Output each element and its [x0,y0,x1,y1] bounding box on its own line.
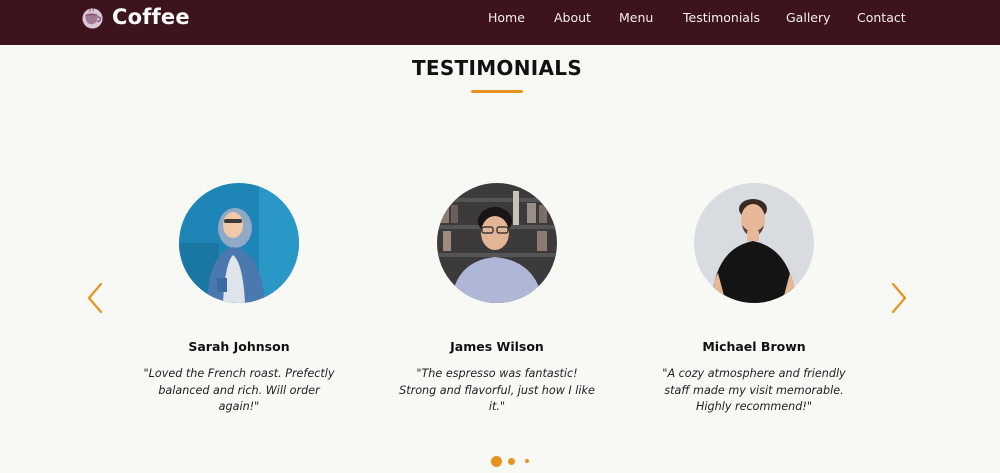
nav-menu: Home About Menu Testimonials Gallery Con… [0,9,1000,27]
nav-link-home[interactable]: Home [488,9,525,27]
testimonial-card: Michael Brown "A cozy atmosphere and fri… [634,183,874,416]
pagination-dot-3[interactable] [525,459,529,463]
pagination-dot-1[interactable] [491,456,502,467]
carousel-prev-button[interactable] [85,281,107,315]
person-name: James Wilson [450,339,544,354]
nav-link-contact[interactable]: Contact [857,9,906,27]
carousel-pagination [0,454,1000,468]
avatar-photo-sarah [179,183,299,303]
avatar [179,183,299,303]
testimonial-quote: "Loved the French roast. Prefectly balan… [143,367,335,413]
testimonial-quote: "A cozy atmosphere and friendly staff ma… [662,367,846,413]
avatar [694,183,814,303]
person-name: Sarah Johnson [188,339,290,354]
title-underline [471,90,523,93]
carousel-next-button[interactable] [887,281,909,315]
nav-link-about[interactable]: About [554,9,591,27]
navbar: Coffee Home About Menu Testimonials Gall… [0,0,1000,45]
pagination-dot-2[interactable] [508,458,515,465]
nav-link-testimonials[interactable]: Testimonials [683,9,760,27]
chevron-right-icon [891,282,907,314]
testimonial-quote: "The espresso was fantastic! Strong and … [399,367,595,413]
testimonial-card: Sarah Johnson "Loved the French roast. P… [119,183,359,416]
person-name: Michael Brown [702,339,806,354]
testimonial-card: James Wilson "The espresso was fantastic… [377,183,617,416]
avatar-photo-james [437,183,557,303]
nav-link-menu[interactable]: Menu [619,9,653,27]
avatar-photo-michael [694,183,814,303]
avatar [437,183,557,303]
nav-link-gallery[interactable]: Gallery [786,9,831,27]
chevron-left-icon [87,282,103,314]
section-title: TESTIMONIALS [411,56,583,80]
